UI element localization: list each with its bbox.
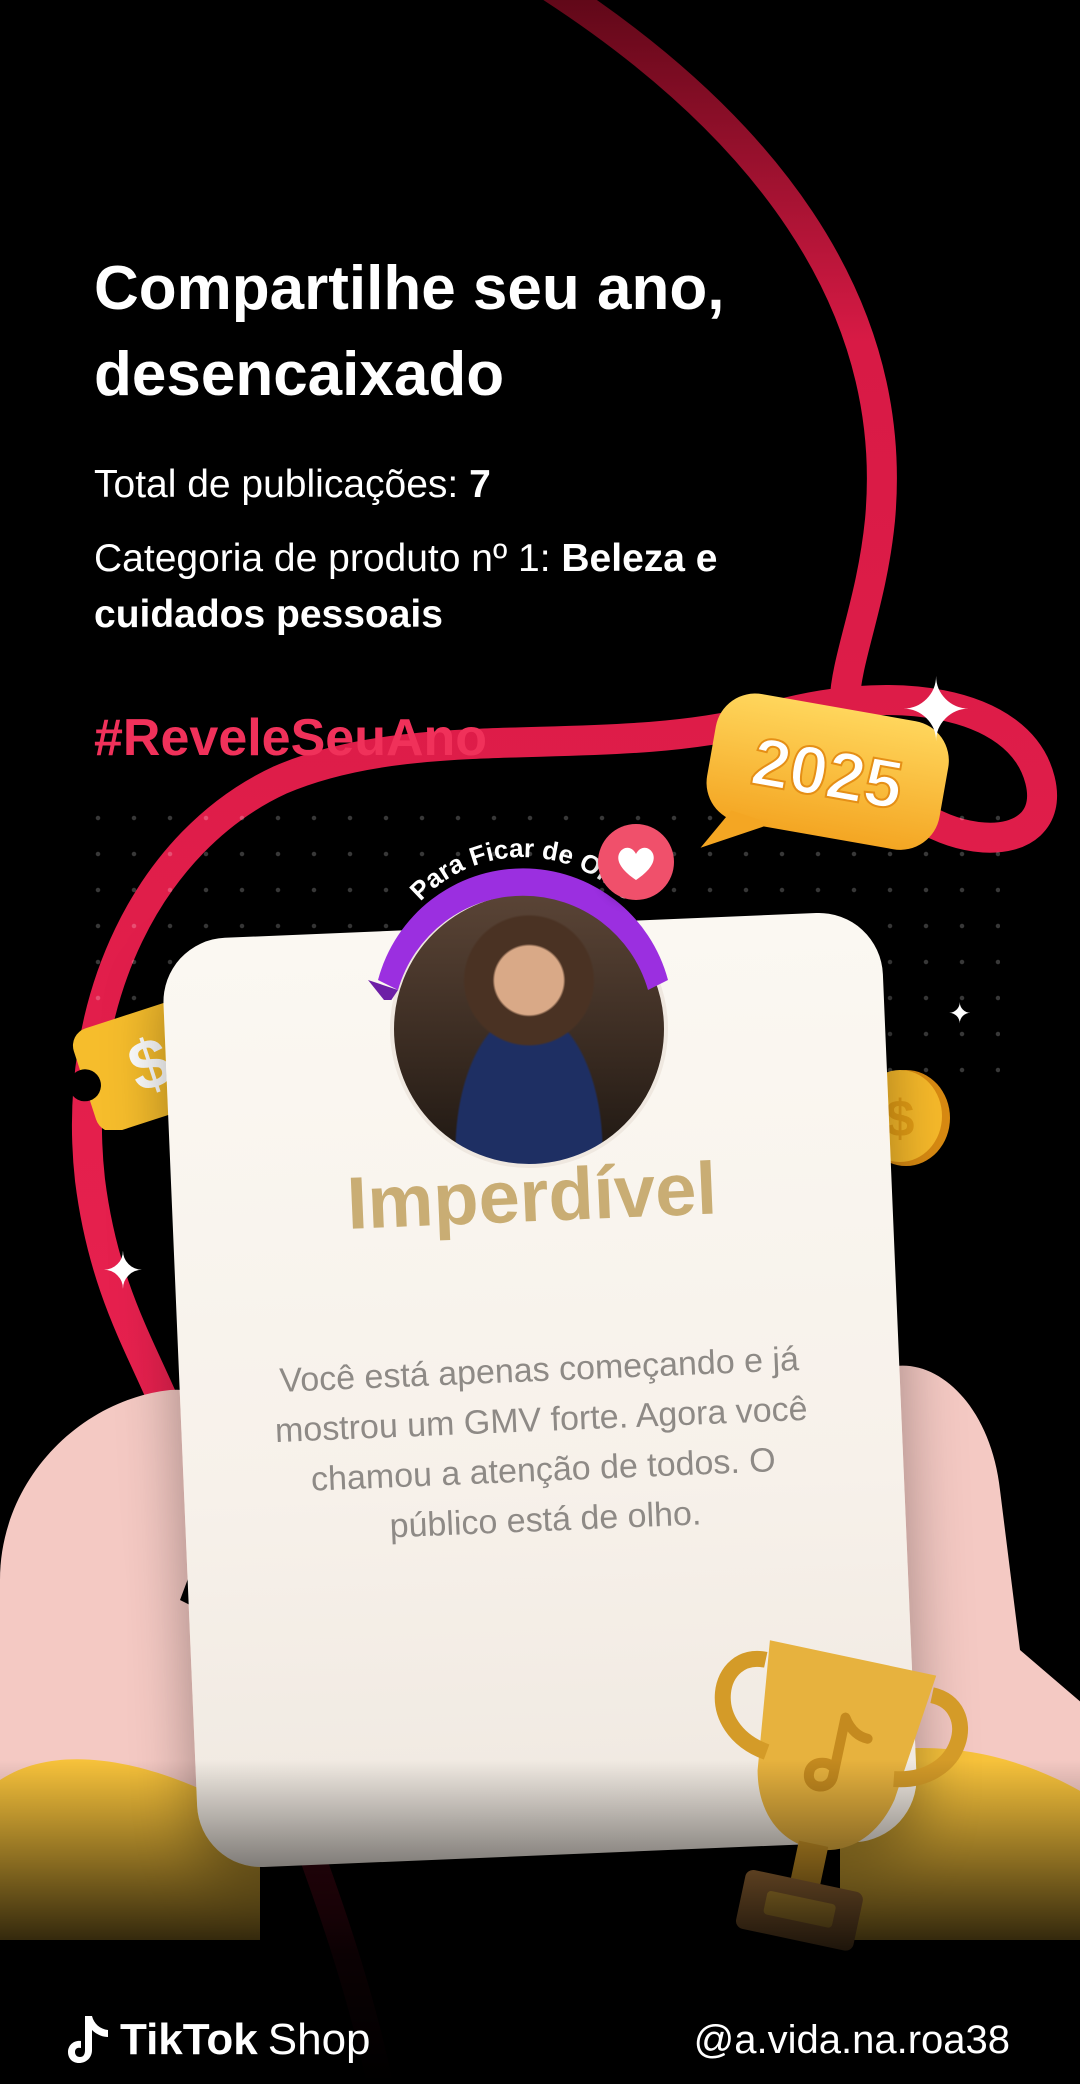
sparkle-icon: ✦: [102, 1243, 144, 1299]
headline: Compartilhe seu ano, desencaixado: [94, 254, 725, 409]
share-year-screen: Compartilhe seu ano, desencaixado Total …: [0, 0, 1080, 2084]
brand-suffix: Shop: [267, 2015, 371, 2064]
tiktok-logo-icon: [68, 2016, 108, 2063]
stat-total-posts-value: 7: [469, 463, 491, 506]
stat-top-category-label: Categoria de produto nº 1:: [94, 537, 562, 580]
card-body: Você está apenas começando e já mostrou …: [274, 1340, 809, 1546]
tiktok-shop-brand: TikTok Shop: [66, 2012, 371, 2068]
sparkle-icon: ✦: [948, 998, 972, 1029]
user-handle: @a.vida.na.roa38: [693, 2018, 1010, 2062]
hashtag: #ReveleSeuAno: [94, 709, 488, 767]
heart-icon: [598, 824, 674, 900]
svg-text:$: $: [886, 1090, 915, 1148]
stat-total-posts: Total de publicações: 7: [94, 457, 894, 513]
stat-top-category: Categoria de produto nº 1: Beleza e cuid…: [94, 531, 894, 643]
stat-total-posts-label: Total de publicações:: [94, 463, 470, 506]
brand-name: TikTok: [120, 2015, 258, 2064]
sparkle-icon: ✦: [900, 663, 973, 759]
